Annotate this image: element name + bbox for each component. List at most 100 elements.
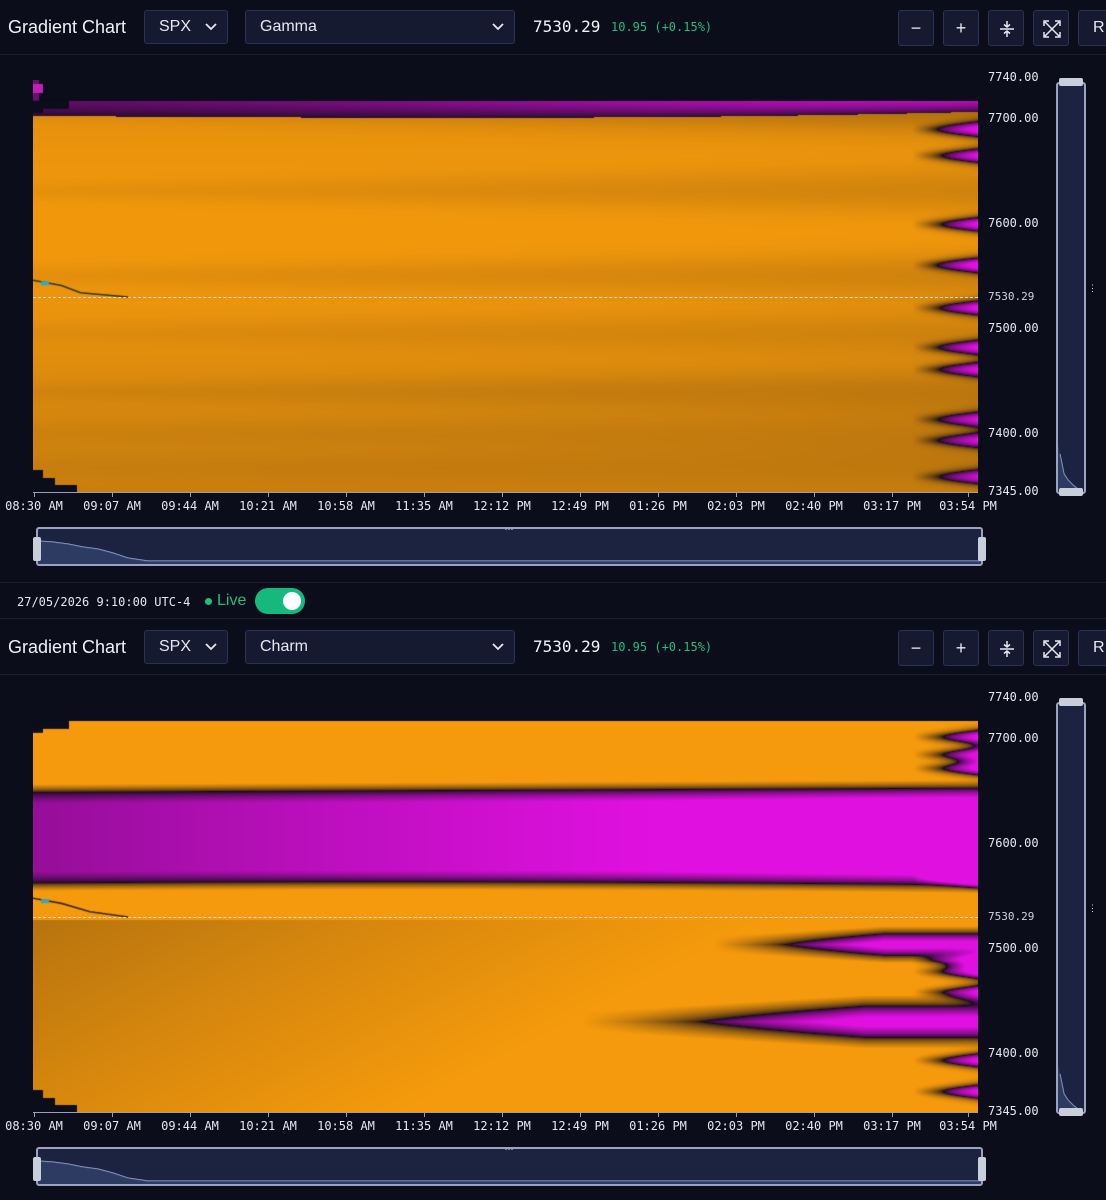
scrollbar-grip-icon[interactable]: ⋯ <box>503 1145 515 1154</box>
x-tick <box>424 1112 425 1117</box>
x-tick <box>814 492 815 497</box>
x-tick <box>736 1112 737 1117</box>
overview-sparkline <box>38 1160 981 1184</box>
scrollbar-left-handle[interactable] <box>33 1157 41 1181</box>
y-tick-label: 7500.00 <box>988 321 1039 335</box>
x-tick-label: 08:30 AM <box>5 1119 63 1133</box>
x-tick <box>112 492 113 497</box>
zoom-out-button[interactable]: − <box>898 630 934 666</box>
vertical-scrollbar[interactable] <box>1056 702 1086 1114</box>
x-tick <box>190 1112 191 1117</box>
compress-vertical-icon <box>1000 21 1014 37</box>
x-tick-label: 12:49 PM <box>551 1119 609 1133</box>
metric-select[interactable]: Gamma <box>245 10 515 44</box>
heatmap-canvas <box>33 80 978 492</box>
timestamp: 27/05/2026 9:10:00 UTC-4 <box>17 595 191 609</box>
x-tick <box>112 1112 113 1117</box>
fit-vertical-button[interactable] <box>988 10 1024 46</box>
ticker-select[interactable]: SPX <box>144 630 228 664</box>
x-tick <box>268 492 269 497</box>
x-tick-label: 03:54 PM <box>939 499 997 513</box>
scrollbar-bottom-handle[interactable] <box>1059 488 1083 496</box>
x-tick-label: 03:17 PM <box>863 499 921 513</box>
y-tick-label: 7600.00 <box>988 836 1039 850</box>
chart-title: Gradient Chart <box>8 17 127 37</box>
x-tick <box>736 492 737 497</box>
x-tick-label: 12:12 PM <box>473 499 531 513</box>
x-axis <box>33 1112 978 1113</box>
charm-heatmap[interactable] <box>33 700 978 1112</box>
fit-vertical-button[interactable] <box>988 630 1024 666</box>
x-tick-label: 01:26 PM <box>629 499 687 513</box>
ticker-select-value: SPX <box>159 638 192 655</box>
y-tick-label: 7700.00 <box>988 731 1039 745</box>
x-tick <box>346 1112 347 1117</box>
toggle-knob <box>283 592 301 610</box>
chart-toolbar: Gradient Chart SPX Gamma 7530.29 10.95 (… <box>0 0 1106 55</box>
x-tick-label: 02:40 PM <box>785 499 843 513</box>
chevron-down-icon <box>492 643 504 651</box>
price-change: 10.95 (+0.15%) <box>611 640 713 654</box>
live-toggle[interactable] <box>255 588 305 614</box>
x-tick <box>502 1112 503 1117</box>
x-tick <box>34 1112 35 1117</box>
chevron-down-icon <box>492 23 504 31</box>
x-tick-label: 12:49 PM <box>551 499 609 513</box>
x-tick <box>580 1112 581 1117</box>
scrollbar-right-handle[interactable] <box>978 1157 986 1181</box>
fullscreen-button[interactable] <box>1033 630 1069 666</box>
scrollbar-left-handle[interactable] <box>33 537 41 561</box>
metric-select-value: Charm <box>260 638 309 655</box>
x-tick <box>268 1112 269 1117</box>
extra-button-label: R <box>1093 19 1105 36</box>
current-price: 7530.29 <box>533 637 601 656</box>
x-tick <box>892 492 893 497</box>
x-tick-label: 10:58 AM <box>317 1119 375 1133</box>
x-tick-label: 09:07 AM <box>83 499 141 513</box>
heatmap-canvas <box>33 700 978 1112</box>
extra-button[interactable]: R <box>1078 630 1106 666</box>
scrollbar-top-handle[interactable] <box>1059 698 1083 706</box>
extra-button[interactable]: R <box>1078 10 1106 46</box>
zoom-in-button[interactable]: + <box>943 10 979 46</box>
x-tick <box>580 492 581 497</box>
expand-icon <box>1043 20 1061 38</box>
gamma-heatmap[interactable] <box>33 80 978 492</box>
vertical-scrollbar[interactable] <box>1056 82 1086 494</box>
live-label: Live <box>217 592 247 609</box>
extra-button-label: R <box>1093 639 1105 656</box>
fullscreen-button[interactable] <box>1033 10 1069 46</box>
scrollbar-grip-icon[interactable]: ⋯ <box>503 525 515 534</box>
x-tick-label: 10:21 AM <box>239 499 297 513</box>
zoom-in-label: + <box>955 638 967 658</box>
zoom-out-button[interactable]: − <box>898 10 934 46</box>
y-tick-label: 7740.00 <box>988 690 1039 704</box>
x-tick-label: 12:12 PM <box>473 1119 531 1133</box>
x-tick-label: 10:21 AM <box>239 1119 297 1133</box>
scrollbar-bottom-handle[interactable] <box>1059 1108 1083 1116</box>
scrollbar-grip-icon[interactable]: ⋮ <box>1088 903 1097 914</box>
scrollbar-grip-icon[interactable]: ⋮ <box>1088 283 1097 294</box>
live-indicator-icon <box>205 598 212 605</box>
x-tick <box>658 1112 659 1117</box>
chart-toolbar: Gradient Chart SPX Charm 7530.29 10.95 (… <box>0 620 1106 675</box>
x-tick <box>346 492 347 497</box>
chevron-down-icon <box>205 23 217 31</box>
ticker-select[interactable]: SPX <box>144 10 228 44</box>
x-axis <box>33 492 978 493</box>
current-price-line <box>33 917 978 918</box>
x-tick-label: 02:40 PM <box>785 1119 843 1133</box>
x-tick-label: 09:44 AM <box>161 499 219 513</box>
metric-select[interactable]: Charm <box>245 630 515 664</box>
x-tick-label: 11:35 AM <box>395 1119 453 1133</box>
scrollbar-top-handle[interactable] <box>1059 78 1083 86</box>
x-tick-label: 03:17 PM <box>863 1119 921 1133</box>
zoom-in-button[interactable]: + <box>943 630 979 666</box>
x-tick <box>814 1112 815 1117</box>
x-tick-label: 01:26 PM <box>629 1119 687 1133</box>
expand-icon <box>1043 640 1061 658</box>
y-tick-label: 7740.00 <box>988 70 1039 84</box>
y-tick-label: 7345.00 <box>988 1104 1039 1118</box>
scrollbar-right-handle[interactable] <box>978 537 986 561</box>
chevron-down-icon <box>205 643 217 651</box>
